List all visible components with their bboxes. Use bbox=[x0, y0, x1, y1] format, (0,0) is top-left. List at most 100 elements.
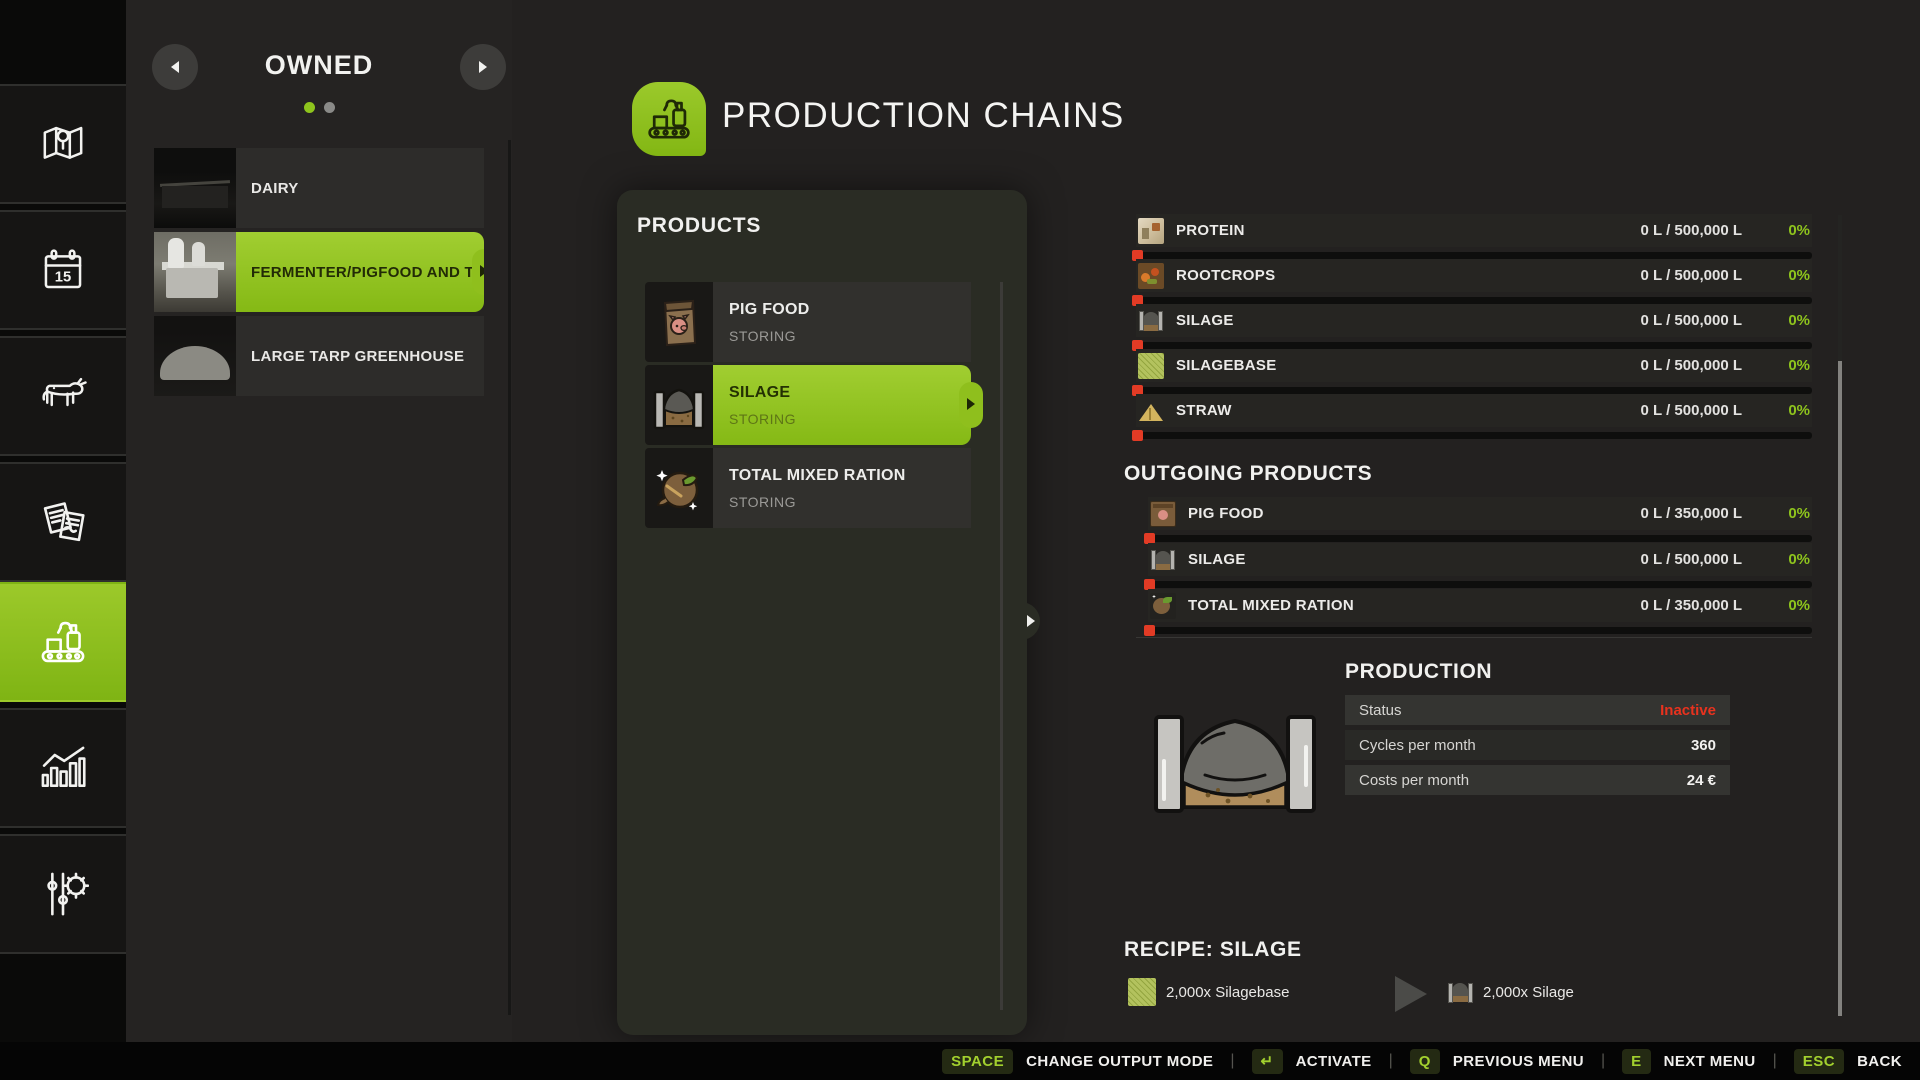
fill-amount: 0 L / 500,000 L bbox=[1641, 357, 1742, 374]
fill-amount: 0 L / 350,000 L bbox=[1641, 505, 1742, 522]
fill-amount: 0 L / 500,000 L bbox=[1641, 222, 1742, 239]
building-row-dairy[interactable]: DAIRY bbox=[154, 148, 484, 228]
back-action[interactable]: BACK bbox=[1857, 1053, 1902, 1070]
fill-row-out-pig-food[interactable]: PIG FOOD 0 L / 350,000 L 0% bbox=[1148, 497, 1812, 542]
key-e[interactable]: E bbox=[1622, 1049, 1651, 1074]
costs-label: Costs per month bbox=[1359, 772, 1469, 789]
silage-icon bbox=[1447, 980, 1474, 1005]
page-title: PRODUCTION CHAINS bbox=[722, 96, 1125, 136]
sidebar-item-contracts[interactable] bbox=[0, 462, 126, 582]
production-chains-icon bbox=[37, 616, 89, 668]
product-name: SILAGE bbox=[729, 384, 971, 402]
protein-icon bbox=[1138, 218, 1164, 244]
fill-level-bar bbox=[1136, 297, 1812, 304]
fill-row-protein[interactable]: PROTEIN 0 L / 500,000 L 0% bbox=[1136, 214, 1812, 259]
products-panel-title: PRODUCTS bbox=[637, 214, 761, 238]
building-row-greenhouse[interactable]: LARGE TARP GREENHOUSE bbox=[154, 316, 484, 396]
key-esc[interactable]: ESC bbox=[1794, 1049, 1844, 1074]
change-output-mode-action[interactable]: CHANGE OUTPUT MODE bbox=[1026, 1053, 1213, 1070]
section-divider bbox=[1136, 637, 1812, 638]
page-dot-active bbox=[304, 102, 315, 113]
product-row-pig-food[interactable]: PIG FOOD STORING bbox=[645, 282, 971, 362]
building-thumbnail-dairy bbox=[154, 148, 236, 228]
calendar-icon: 15 bbox=[38, 245, 88, 295]
panel-expand-notch[interactable] bbox=[1014, 602, 1040, 640]
straw-icon bbox=[1138, 398, 1164, 424]
sidebar-item-statistics[interactable] bbox=[0, 708, 126, 828]
sidebar-item-animals[interactable] bbox=[0, 336, 126, 456]
activate-action[interactable]: ACTIVATE bbox=[1296, 1053, 1372, 1070]
sidebar-item-production-chains[interactable] bbox=[0, 582, 126, 702]
fill-row-rootcrops[interactable]: ROOTCROPS 0 L / 500,000 L 0% bbox=[1136, 259, 1812, 304]
separator: | bbox=[1230, 1052, 1234, 1070]
building-name: FERMENTER/PIGFOOD AND TM bbox=[236, 232, 484, 312]
silage-icon bbox=[1138, 308, 1164, 334]
fill-name: SILAGE bbox=[1188, 551, 1641, 568]
sidebar-item-calendar[interactable]: 15 bbox=[0, 210, 126, 330]
production-chains-header-icon bbox=[632, 82, 706, 156]
products-scrollbar[interactable] bbox=[1000, 282, 1003, 1010]
key-space[interactable]: SPACE bbox=[942, 1049, 1013, 1074]
product-label: PIG FOOD STORING bbox=[713, 282, 971, 362]
animals-icon bbox=[36, 373, 90, 419]
building-row-fermenter[interactable]: FERMENTER/PIGFOOD AND TM bbox=[154, 232, 484, 312]
fill-name: SILAGE bbox=[1176, 312, 1641, 329]
fill-row-out-total-mixed-ration[interactable]: TOTAL MIXED RATION 0 L / 350,000 L 0% bbox=[1148, 589, 1812, 634]
pig-food-icon bbox=[645, 282, 713, 362]
fill-level-bar bbox=[1136, 387, 1812, 394]
silagebase-icon bbox=[1138, 353, 1164, 379]
fill-row-silage[interactable]: SILAGE 0 L / 500,000 L 0% bbox=[1136, 304, 1812, 349]
fill-amount: 0 L / 500,000 L bbox=[1641, 267, 1742, 284]
total-mixed-ration-icon bbox=[645, 448, 713, 528]
previous-menu-action[interactable]: PREVIOUS MENU bbox=[1453, 1053, 1584, 1070]
fill-percent: 0% bbox=[1762, 357, 1810, 374]
sidebar-item-map[interactable] bbox=[0, 84, 126, 204]
product-row-total-mixed-ration[interactable]: TOTAL MIXED RATION STORING bbox=[645, 448, 971, 528]
fill-amount: 0 L / 500,000 L bbox=[1641, 402, 1742, 419]
recipe-output-text: 2,000x Silage bbox=[1483, 984, 1574, 1001]
fill-percent: 0% bbox=[1762, 551, 1810, 568]
fill-row-silagebase[interactable]: SILAGEBASE 0 L / 500,000 L 0% bbox=[1136, 349, 1812, 394]
detail-scrollbar-thumb[interactable] bbox=[1838, 361, 1842, 1016]
contracts-icon bbox=[37, 496, 89, 548]
fill-name: PROTEIN bbox=[1176, 222, 1641, 239]
fill-percent: 0% bbox=[1762, 267, 1810, 284]
fill-row-out-silage[interactable]: SILAGE 0 L / 500,000 L 0% bbox=[1148, 543, 1812, 588]
product-name: TOTAL MIXED RATION bbox=[729, 467, 971, 485]
silagebase-icon bbox=[1128, 978, 1156, 1006]
product-status: STORING bbox=[729, 411, 971, 427]
fill-level-bar bbox=[1148, 627, 1812, 634]
selected-arrow-icon bbox=[480, 265, 484, 277]
sidebar-item-settings[interactable] bbox=[0, 834, 126, 954]
products-panel: PRODUCTS PIG FOOD STORING bbox=[617, 190, 1027, 1035]
fill-name: PIG FOOD bbox=[1188, 505, 1641, 522]
fill-percent: 0% bbox=[1762, 505, 1810, 522]
calendar-day-label: 15 bbox=[55, 269, 71, 285]
next-menu-action[interactable]: NEXT MENU bbox=[1664, 1053, 1756, 1070]
fill-row-straw[interactable]: STRAW 0 L / 500,000 L 0% bbox=[1136, 394, 1812, 439]
fill-amount: 0 L / 500,000 L bbox=[1641, 551, 1742, 568]
key-q[interactable]: Q bbox=[1410, 1049, 1440, 1074]
owned-next-page-button[interactable] bbox=[460, 44, 506, 90]
product-status: STORING bbox=[729, 328, 971, 344]
pig-food-icon bbox=[1150, 501, 1176, 527]
production-building-image bbox=[1150, 703, 1320, 822]
fill-level-bar bbox=[1136, 252, 1812, 259]
production-status-row: Status Inactive bbox=[1345, 695, 1730, 725]
status-label: Status bbox=[1359, 702, 1402, 719]
separator: | bbox=[1773, 1052, 1777, 1070]
fill-percent: 0% bbox=[1762, 312, 1810, 329]
fill-level-bar bbox=[1136, 342, 1812, 349]
fill-level-bar bbox=[1136, 432, 1812, 439]
selected-arrow-icon bbox=[967, 398, 975, 410]
fill-amount: 0 L / 350,000 L bbox=[1641, 597, 1742, 614]
sidebar: 15 bbox=[0, 0, 126, 1080]
fill-name: TOTAL MIXED RATION bbox=[1188, 597, 1641, 614]
product-label: SILAGE STORING bbox=[713, 365, 971, 445]
bottom-keybind-bar: SPACE CHANGE OUTPUT MODE | ↵ ACTIVATE | … bbox=[0, 1042, 1920, 1080]
product-row-silage[interactable]: SILAGE STORING bbox=[645, 365, 971, 445]
fill-name: STRAW bbox=[1176, 402, 1641, 419]
arrow-right-icon bbox=[1027, 615, 1035, 627]
owned-scrollbar[interactable] bbox=[508, 140, 511, 1015]
key-enter[interactable]: ↵ bbox=[1252, 1049, 1283, 1074]
